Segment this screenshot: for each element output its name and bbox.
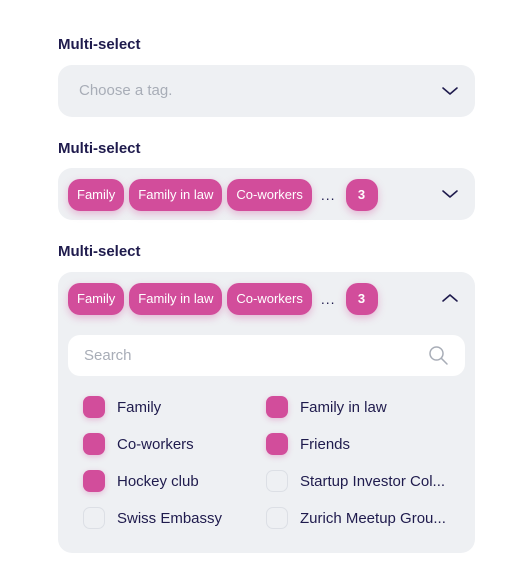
option-startup-investor[interactable]: Startup Investor Col... [266, 470, 445, 492]
option-friends[interactable]: Friends [266, 433, 350, 455]
multiselect-label: Multi-select [58, 243, 141, 260]
multiselect-empty[interactable]: Choose a tag. [58, 65, 475, 117]
checkbox-checked[interactable] [83, 396, 105, 418]
option-family-in-law[interactable]: Family in law [266, 396, 387, 418]
option-label: Hockey club [117, 472, 199, 490]
multiselect-label: Multi-select [58, 140, 141, 157]
chevron-down-icon [442, 87, 458, 95]
selected-count-badge: 3 [345, 179, 378, 211]
multiselect-placeholder: Choose a tag. [79, 82, 173, 99]
checkbox-unchecked[interactable] [83, 507, 105, 529]
more-tags-ellipsis: ... [320, 187, 336, 203]
multiselect-label: Multi-select [58, 36, 141, 53]
search-icon [429, 346, 448, 365]
tag-chip-family[interactable]: Family [68, 179, 125, 211]
checkbox-checked[interactable] [83, 433, 105, 455]
option-zurich-meetup[interactable]: Zurich Meetup Grou... [266, 507, 446, 529]
more-tags-ellipsis: ... [320, 291, 336, 307]
multiselect-expanded-header[interactable]: Family Family in law Co-workers ... 3 [58, 272, 475, 324]
checkbox-unchecked[interactable] [266, 470, 288, 492]
option-label: Family in law [300, 398, 387, 416]
tag-chip-family-in-law[interactable]: Family in law [129, 179, 223, 211]
multiselect-collapsed[interactable]: Family Family in law Co-workers ... 3 [58, 168, 475, 220]
tag-chip-co-workers[interactable]: Co-workers [227, 179, 312, 211]
search-placeholder: Search [84, 347, 132, 364]
option-swiss-embassy[interactable]: Swiss Embassy [83, 507, 222, 529]
checkbox-checked[interactable] [266, 396, 288, 418]
checkbox-unchecked[interactable] [266, 507, 288, 529]
selected-count-badge: 3 [345, 283, 378, 315]
checkbox-checked[interactable] [83, 470, 105, 492]
option-hockey-club[interactable]: Hockey club [83, 470, 199, 492]
option-label: Swiss Embassy [117, 509, 223, 527]
tag-chip-family[interactable]: Family [68, 283, 125, 315]
chevron-down-icon [442, 190, 458, 198]
chevron-up-icon [442, 294, 458, 302]
checkbox-checked[interactable] [266, 433, 288, 455]
tag-chip-family-in-law[interactable]: Family in law [129, 283, 223, 315]
option-co-workers[interactable]: Co-workers [83, 433, 194, 455]
option-label: Startup Investor Col... [300, 472, 446, 490]
tag-chip-co-workers[interactable]: Co-workers [227, 283, 312, 315]
multiselect-expanded: Family Family in law Co-workers ... 3 Se… [58, 272, 475, 553]
option-family[interactable]: Family [83, 396, 161, 418]
option-label: Family [117, 398, 162, 416]
option-label: Friends [300, 435, 351, 453]
option-label: Zurich Meetup Grou... [300, 509, 446, 527]
search-input[interactable]: Search [68, 335, 465, 376]
option-label: Co-workers [117, 435, 194, 453]
